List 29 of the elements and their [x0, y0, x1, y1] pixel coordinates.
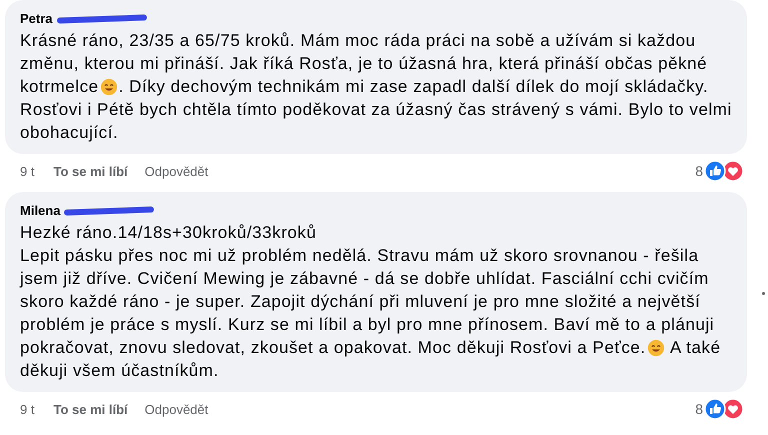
comment-text: Rosťovi i Pétě bych chtěla tímto poděkovat za úžasný čas strávený s vámi. Bylo to velmi — [20, 99, 732, 121]
author-name[interactable]: Petra — [20, 10, 53, 26]
comment-text: skoro každé ráno - je super. Zapojit dýchání při mluvení je pro mne složité a největší — [20, 291, 700, 313]
reaction-icons[interactable] — [704, 398, 744, 420]
more-icon[interactable] — [762, 292, 765, 295]
comment-text: problém je práce s myslí. Kurz se mi líbil a byl pro mne přínosem. Baví mě to a plánuji — [20, 314, 714, 336]
timestamp[interactable]: 9 t — [20, 164, 34, 178]
reaction-icons[interactable] — [704, 160, 744, 182]
like-link[interactable]: To se mi líbí — [53, 164, 128, 178]
comment-text: změnu, kterou mi přináší. Jak říká Rosťa, je to úžasná hra, která přináší občas pěkné — [20, 53, 708, 75]
comment-text: děkuji všem účastníkům. — [20, 360, 219, 382]
comment-text: Hezké ráno.14/18s+30kroků/33kroků — [20, 222, 316, 244]
comment-text: Lepit pásku přes noc mi už problém nedělá. Stravu mám už skoro srovnanou - řešila — [20, 245, 699, 267]
comment-text: A také — [669, 337, 721, 359]
smiley-icon — [646, 338, 665, 356]
smiley-icon — [100, 78, 118, 96]
comment-text: Krásné ráno, 23/35 a 65/75 kroků. Mám moc ráda práci na sobě a užívám si každou — [20, 30, 696, 52]
like-link[interactable]: To se mi líbí — [53, 402, 128, 416]
comment-text: pokračovat, znovu sledovat, zkoušet a opakovat. Moc děkuji Rosťovi a Peťce. — [20, 337, 646, 359]
comment-text: kotrmelce — [20, 76, 99, 98]
author-name[interactable]: Milena — [20, 202, 60, 218]
reply-link[interactable]: Odpovědět — [144, 164, 208, 178]
reaction-count[interactable]: 8 — [695, 163, 703, 179]
comment-text: obohacující. — [20, 122, 118, 144]
reply-link[interactable]: Odpovědět — [144, 402, 208, 416]
reaction-count[interactable]: 8 — [695, 401, 703, 417]
comment-text: jsem již dříve. Cvičení Mewing je zábavné - dá se dobře uhlídat. Fasciální cchi cvičím — [20, 268, 709, 290]
timestamp[interactable]: 9 t — [20, 402, 34, 416]
comment-text: . Díky dechovým technikám mi zase zapadl další dílek do mojí skládačky. — [118, 76, 708, 98]
